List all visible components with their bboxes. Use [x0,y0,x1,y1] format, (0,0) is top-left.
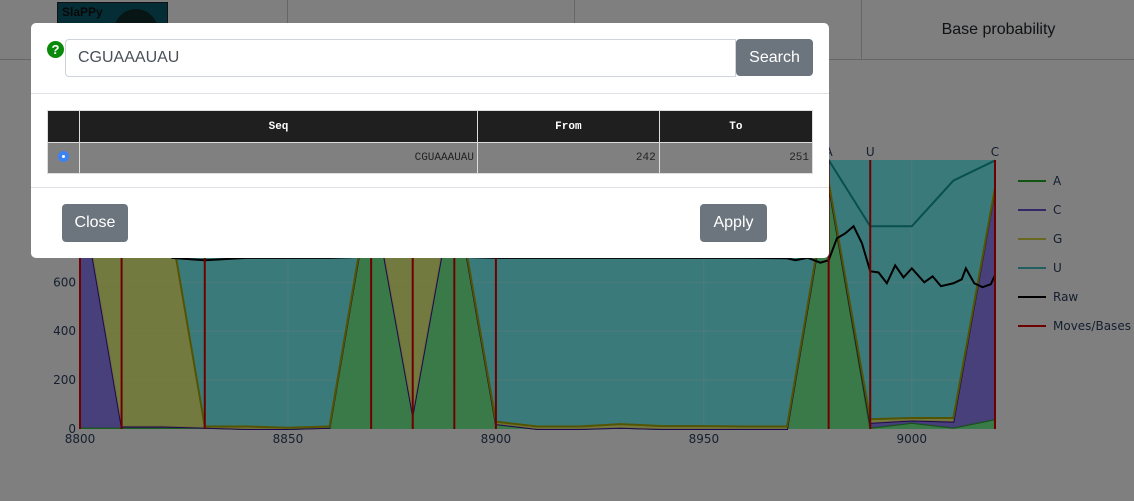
divider [31,187,829,188]
close-button[interactable]: Close [62,204,128,242]
table-row[interactable]: CGUAAAUAU 242 251 [47,142,814,174]
question-circle-icon[interactable]: ? [47,41,64,58]
select-column-header [47,110,80,143]
sequence-search-input[interactable] [65,39,736,77]
to-cell: 251 [658,142,814,174]
seq-cell: CGUAAAUAU [78,142,479,174]
from-cell: 242 [477,142,660,174]
search-button[interactable]: Search [736,39,813,76]
radio-selected-icon[interactable] [58,150,69,162]
table-header: Seq From To [47,110,814,143]
divider [31,93,829,94]
to-column-header[interactable]: To [658,110,814,143]
from-column-header[interactable]: From [477,110,660,143]
search-modal: ? Search Seq From To CGUAAAUAU 242 251 C… [31,23,829,258]
results-table: Seq From To CGUAAAUAU 242 251 [47,110,814,174]
apply-button[interactable]: Apply [700,204,767,242]
seq-column-header[interactable]: Seq [78,110,479,143]
row-select-radio[interactable] [47,142,80,174]
